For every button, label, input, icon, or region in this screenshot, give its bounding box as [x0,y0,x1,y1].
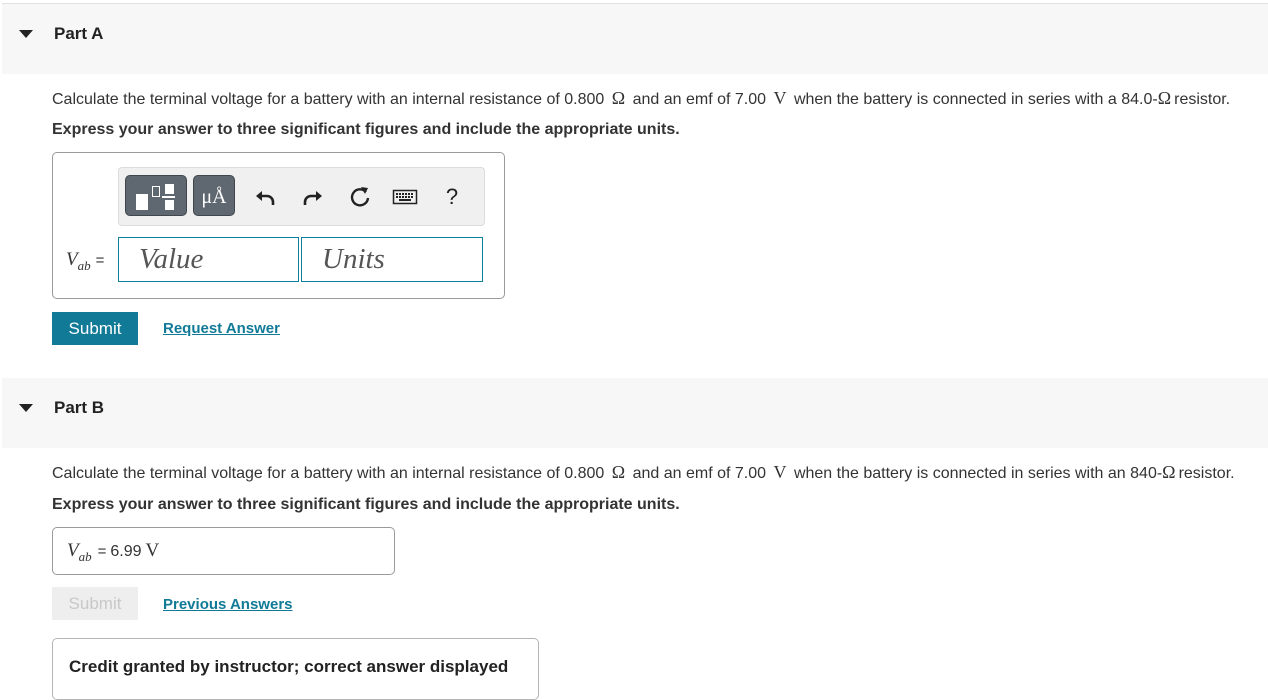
part-a-header[interactable]: Part A [2,4,1268,74]
collapse-caret-icon[interactable] [19,404,33,412]
ohm-symbol: Ω [1162,462,1176,482]
undo-icon[interactable] [252,184,278,210]
question-text-2: and an emf of 7.00 [632,465,767,482]
ohm-symbol: Ω [1157,88,1172,108]
part-b-submit-button[interactable]: Submit [52,587,138,620]
part-a-submit-button[interactable]: Submit [52,312,138,345]
part-a-question: Calculate the terminal voltage for a bat… [52,88,1230,109]
keyboard-icon[interactable] [392,184,418,210]
variable-symbol: V [67,540,79,561]
value-input[interactable] [118,237,299,282]
answer-display: Vab = 6.99 V [67,540,159,565]
variable-subscript: ab [78,548,92,564]
templates-icon [136,184,178,210]
part-b-header[interactable]: Part B [2,378,1268,448]
part-a-answer-box: μÅ ? Vab = [52,152,505,299]
equals-sign: = [97,543,107,560]
variable-subscript: ab [77,257,91,273]
part-b-title: Part B [54,398,105,417]
ohm-symbol: Ω [611,88,626,108]
variable-symbol: V [66,249,78,270]
question-text-3: when the battery is connected in series … [793,465,1163,482]
equals-sign: = [95,252,105,269]
variable-label: Vab = [66,249,104,274]
collapse-caret-icon[interactable] [19,30,33,38]
part-b-question: Calculate the terminal voltage for a bat… [52,462,1235,483]
answer-unit: V [145,540,160,561]
part-a-title: Part A [54,24,104,43]
reset-icon[interactable] [347,184,373,210]
question-text-4: resistor. [1174,91,1231,108]
question-text-1: Calculate the terminal voltage for a bat… [52,91,605,108]
question-text-1: Calculate the terminal voltage for a bat… [52,465,605,482]
previous-answers-link[interactable]: Previous Answers [163,596,293,613]
part-b-instruction: Express your answer to three significant… [52,496,680,513]
units-icon: μÅ [201,186,227,208]
part-b-answer-display: Vab = 6.99 V [52,527,395,575]
credit-text: Credit granted by instructor; correct an… [69,657,509,676]
math-toolbar: μÅ ? [118,167,485,226]
question-text-3: when the battery is connected in series … [793,91,1158,108]
volt-symbol: V [773,88,787,108]
templates-button[interactable] [125,175,187,216]
units-input[interactable] [301,237,483,282]
question-text-2: and an emf of 7.00 [632,91,767,108]
question-text-4: resistor. [1178,465,1235,482]
redo-icon[interactable] [300,184,326,210]
credit-notice: Credit granted by instructor; correct an… [52,638,539,700]
request-answer-link[interactable]: Request Answer [163,320,280,337]
ohm-symbol: Ω [611,462,626,482]
volt-symbol: V [773,462,787,482]
answer-value: 6.99 [110,543,142,560]
units-button[interactable]: μÅ [193,175,235,216]
part-a-instruction: Express your answer to three significant… [52,121,680,138]
help-icon[interactable]: ? [439,184,465,210]
